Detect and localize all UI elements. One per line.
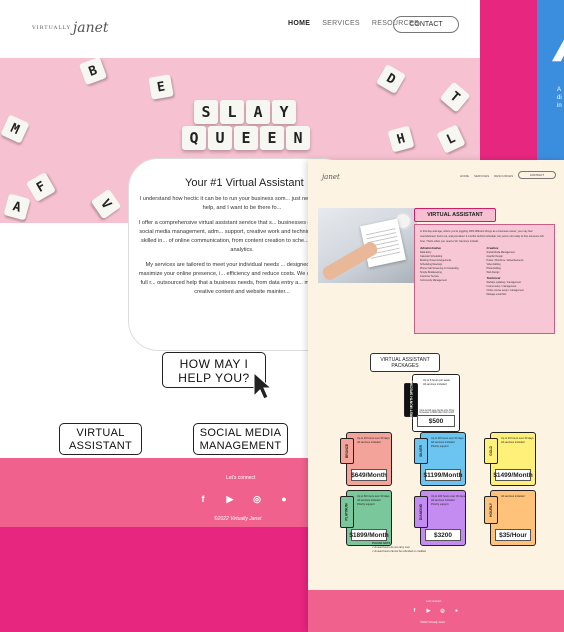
nav-links-small: HOME SERVICES RESOURCES	[460, 174, 513, 178]
slay-tile: S	[194, 100, 218, 124]
services-list-box: In this day and age, where you're juggli…	[414, 224, 555, 334]
letter-tile: V	[90, 188, 122, 220]
package-hourly[interactable]: HOURLY All services included $35/Hour	[484, 490, 536, 546]
queen-tile: U	[208, 126, 232, 150]
facebook-icon[interactable]: f	[412, 608, 417, 614]
desk-photo	[318, 208, 417, 283]
instagram-icon[interactable]: ◎	[252, 494, 262, 504]
letter-tile: F	[25, 171, 57, 203]
package-gold[interactable]: GOLD Up to 40 hours over 30 days All serv…	[484, 432, 536, 486]
slay-tile: A	[246, 100, 270, 124]
letter-tile: T	[439, 81, 471, 113]
how-may-i-help-button[interactable]: HOW MAY I HELP YOU?	[162, 352, 266, 388]
cursor-icon	[253, 372, 272, 400]
package-platinum[interactable]: PLATINUM Up to 60 hours over 30 days All …	[340, 490, 392, 546]
admin-column: Administrative Data Entry Calendar Sched…	[420, 246, 459, 282]
queen-tile: N	[286, 126, 310, 150]
nav-home[interactable]: HOME	[288, 20, 310, 27]
creative-technical-column: Creative Social Media Management Graphic…	[486, 246, 524, 296]
footer-small: Let's connect f ▶ ◎ ● ©2022 Virtually Ja…	[308, 590, 564, 632]
top-nav-small: janet HOME SERVICES RESOURCES CONTACT	[308, 160, 564, 198]
letter-tile: E	[148, 74, 174, 100]
side-panel-heading: A	[555, 18, 564, 72]
social-media-management-button[interactable]: SOCIAL MEDIA MANAGEMENT	[193, 423, 288, 455]
package-bronze[interactable]: BRONZE Up to 20 hours over 30 days All se…	[340, 432, 392, 486]
letter-tile: D	[375, 63, 407, 95]
letter-tile: L	[436, 124, 466, 154]
letter-tile: B	[78, 58, 108, 86]
youtube-icon[interactable]: ▶	[225, 494, 235, 504]
nav-home[interactable]: HOME	[460, 174, 469, 178]
virtual-assistant-button[interactable]: VIRTUAL ASSISTANT	[59, 423, 142, 455]
contact-button-small[interactable]: CONTACT	[518, 171, 556, 179]
slay-tile: L	[220, 100, 244, 124]
footer-connect: Let's connect	[226, 475, 256, 481]
letter-tile: H	[387, 125, 415, 153]
package-first-month[interactable]: FIRST MONTH SPECIAL Up to 5 hours per we…	[404, 374, 460, 432]
side-panel: A A di in	[537, 0, 564, 160]
virtual-assistant-heading: VIRTUAL ASSISTANT	[414, 208, 496, 222]
letter-tile: M	[0, 114, 30, 144]
queen-tile: E	[234, 126, 258, 150]
nav-services[interactable]: SERVICES	[322, 20, 360, 27]
facebook-icon[interactable]: f	[198, 494, 208, 504]
queen-tile: Q	[182, 126, 206, 150]
intro-card-title: Your #1 Virtual Assistant	[185, 177, 304, 189]
nav-resources[interactable]: RESOURCES	[494, 174, 513, 178]
letter-tile: A	[3, 193, 31, 221]
site-logo-small[interactable]: janet	[322, 173, 340, 181]
social-icons: f ▶ ◎ ●	[198, 494, 289, 505]
queen-tile: E	[260, 126, 284, 150]
contact-button[interactable]: CONTACT	[393, 16, 459, 33]
slay-tile: Y	[272, 100, 296, 124]
services-page-screenshot: janet HOME SERVICES RESOURCES CONTACT VI…	[308, 160, 564, 632]
footer-copyright: ©2022 Virtually Janet	[214, 516, 262, 522]
packages-title: VIRTUAL ASSISTANT PACKAGES	[370, 353, 440, 372]
site-logo[interactable]: VIRTUALLY janet	[32, 20, 109, 36]
top-nav: VIRTUALLY janet HOME SERVICES RESOURCES C…	[0, 0, 480, 58]
nav-services[interactable]: SERVICES	[474, 174, 489, 178]
side-panel-text: A di in	[557, 87, 562, 109]
social-icons-small: f ▶ ◎ ●	[412, 608, 459, 614]
twitter-icon[interactable]: ●	[454, 608, 459, 614]
package-silver[interactable]: SILVER Up to 30 hours over 30 days All se…	[414, 432, 466, 486]
services-intro: In this day and age, where you're juggli…	[420, 230, 544, 243]
package-diamond[interactable]: DIAMOND Up to 100 hours over 30 days All …	[414, 490, 466, 546]
youtube-icon[interactable]: ▶	[426, 608, 431, 614]
please-note: PLEASE NOTE • Unused hours do not carry …	[372, 542, 426, 553]
footer-connect: Let's connect	[426, 600, 442, 603]
instagram-icon[interactable]: ◎	[440, 608, 445, 614]
twitter-icon[interactable]: ●	[279, 494, 289, 504]
footer-copyright: ©2022 Virtually Janet	[420, 621, 445, 624]
